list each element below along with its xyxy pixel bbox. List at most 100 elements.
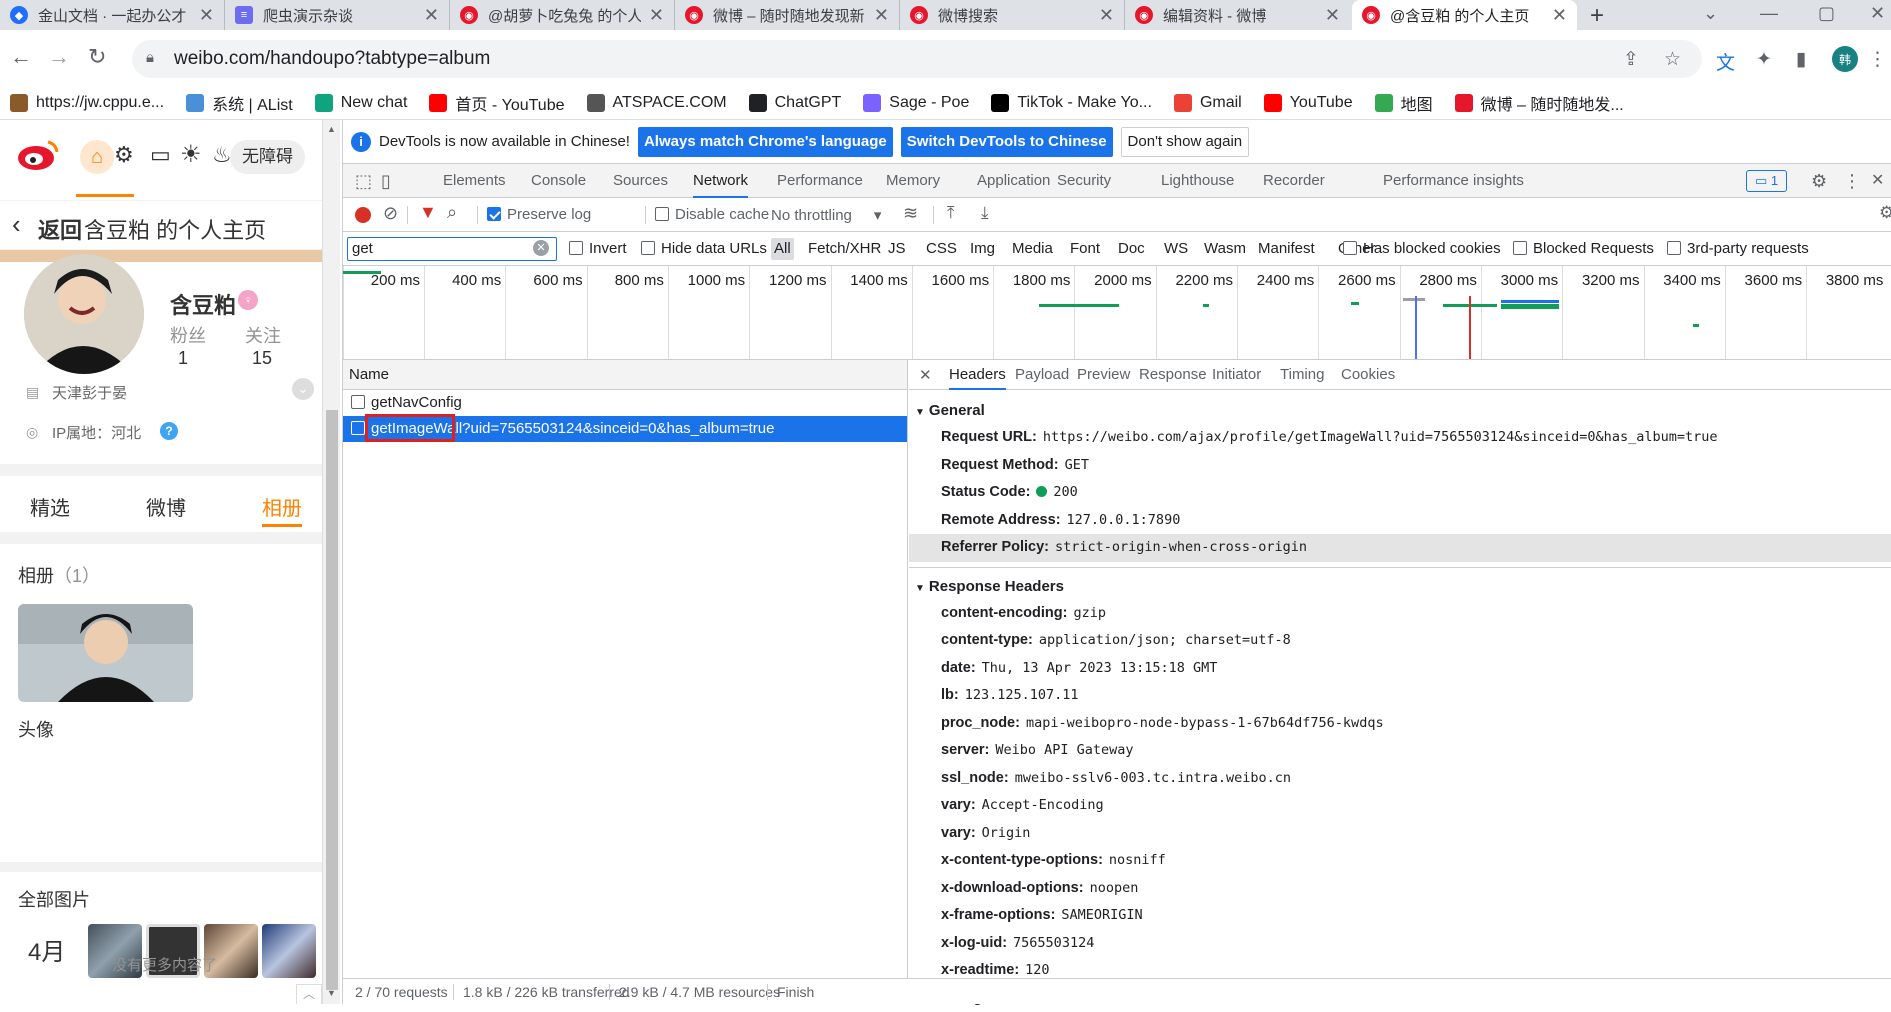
- bookmark-item[interactable]: https://jw.cppu.e...: [10, 94, 164, 112]
- close-tab-icon[interactable]: ✕: [1099, 5, 1114, 26]
- type-filter-doc[interactable]: Doc: [1115, 238, 1148, 260]
- bookmark-item[interactable]: ATSPACE.COM: [587, 94, 727, 112]
- settings-gear-icon[interactable]: ⚙: [114, 142, 134, 168]
- forward-arrow-icon[interactable]: →: [48, 44, 70, 70]
- scrollbar-thumb[interactable]: [326, 410, 338, 990]
- detail-tab-preview[interactable]: Preview: [1077, 360, 1130, 390]
- bookmark-item[interactable]: New chat: [315, 94, 408, 112]
- name-column-header[interactable]: Name: [343, 360, 907, 390]
- detail-tab-cookies[interactable]: Cookies: [1341, 360, 1395, 390]
- type-filter-ws[interactable]: WS: [1161, 238, 1191, 260]
- header-row[interactable]: Request Method:GET: [909, 452, 1891, 480]
- expand-chevron-icon[interactable]: ⌄: [292, 378, 314, 400]
- record-stop-icon[interactable]: [355, 207, 371, 223]
- type-filter-wasm[interactable]: Wasm: [1201, 238, 1249, 260]
- type-filter-media[interactable]: Media: [1009, 238, 1056, 260]
- detail-tab-response[interactable]: Response: [1139, 360, 1207, 390]
- header-row[interactable]: lb:123.125.107.11: [909, 682, 1891, 710]
- close-tab-icon[interactable]: ✕: [874, 5, 889, 26]
- header-row[interactable]: Remote Address:127.0.0.1:7890: [909, 507, 1891, 535]
- maximize-icon[interactable]: ▢: [1818, 3, 1835, 24]
- import-har-icon[interactable]: ⤒: [947, 203, 955, 223]
- type-filter-js[interactable]: JS: [885, 238, 909, 260]
- bookmark-item[interactable]: ChatGPT: [749, 94, 842, 112]
- invert-checkbox[interactable]: Invert: [569, 240, 627, 257]
- response-headers-section-header[interactable]: ▼Response Headers: [909, 574, 1891, 600]
- vip-badge-icon[interactable]: ♀: [238, 290, 258, 310]
- network-conditions-icon[interactable]: ≋: [903, 203, 918, 224]
- scroll-down-icon[interactable]: ▼: [327, 988, 336, 998]
- clear-filter-icon[interactable]: ✕: [533, 240, 549, 256]
- follow-count[interactable]: 15: [252, 348, 272, 369]
- checkbox-unchecked[interactable]: [1343, 241, 1357, 255]
- detail-tab-payload[interactable]: Payload: [1015, 360, 1069, 390]
- network-overview-timeline[interactable]: 200 ms400 ms600 ms800 ms1000 ms1200 ms14…: [343, 266, 1891, 360]
- preserve-log-checkbox[interactable]: Preserve log: [487, 206, 591, 223]
- tab-posts[interactable]: 微博: [146, 492, 186, 521]
- browser-tab[interactable]: ≡ 爬虫演示杂谈 ✕: [225, 0, 450, 30]
- header-row[interactable]: proc_node:mapi-weibopro-node-bypass-1-67…: [909, 710, 1891, 738]
- filter-funnel-icon[interactable]: ▼: [419, 202, 437, 223]
- weibo-logo-icon[interactable]: [16, 138, 62, 170]
- fans-count[interactable]: 1: [178, 348, 188, 369]
- help-icon[interactable]: ?: [160, 422, 178, 440]
- devtools-tab-console[interactable]: Console: [531, 164, 586, 198]
- bookmark-star-icon[interactable]: ☆: [1664, 48, 1681, 71]
- tab-search-icon[interactable]: ⌄: [1703, 3, 1718, 24]
- checkbox-unchecked[interactable]: [1667, 241, 1681, 255]
- browser-tab[interactable]: ◉ 微博 – 随时随地发现新 ✕: [675, 0, 900, 30]
- page-scrollbar[interactable]: ▲ ▼: [322, 120, 340, 1004]
- checkbox-unchecked[interactable]: [641, 241, 655, 255]
- bookmark-item[interactable]: 地图: [1375, 91, 1433, 115]
- tab-featured[interactable]: 精选: [30, 492, 70, 521]
- home-icon[interactable]: ⌂: [80, 140, 114, 174]
- header-row[interactable]: Status Code:200: [909, 479, 1891, 507]
- type-filter-font[interactable]: Font: [1067, 238, 1103, 260]
- collapse-triangle-icon[interactable]: ▼: [915, 583, 925, 594]
- detail-tab-headers[interactable]: Headers: [949, 360, 1006, 390]
- devtools-tab-application[interactable]: Application: [977, 164, 1050, 198]
- devtools-tab-memory[interactable]: Memory: [886, 164, 940, 198]
- minimize-icon[interactable]: —: [1760, 3, 1778, 24]
- close-tab-icon[interactable]: ✕: [1552, 5, 1567, 26]
- close-detail-icon[interactable]: ✕: [919, 366, 932, 384]
- has-blocked-cookies-checkbox[interactable]: Has blocked cookies: [1343, 240, 1501, 257]
- close-window-icon[interactable]: ✕: [1870, 3, 1885, 24]
- back-chevron-icon[interactable]: ‹: [12, 209, 21, 240]
- sun-theme-icon[interactable]: ☀: [180, 140, 202, 169]
- checkbox-unchecked[interactable]: [1513, 241, 1527, 255]
- video-icon[interactable]: ▭: [150, 142, 171, 168]
- translate-icon[interactable]: 文: [1716, 48, 1735, 75]
- hide-data-urls-checkbox[interactable]: Hide data URLs: [641, 240, 767, 257]
- search-icon[interactable]: ⌕: [447, 202, 457, 223]
- inspect-element-icon[interactable]: ⬚: [355, 164, 372, 198]
- extensions-puzzle-icon[interactable]: ✦: [1756, 48, 1772, 71]
- type-filter-img[interactable]: Img: [967, 238, 998, 260]
- match-language-button[interactable]: Always match Chrome's language: [638, 127, 893, 157]
- browser-tab[interactable]: ◉ 编辑资料 - 微博 ✕: [1125, 0, 1350, 30]
- type-filter-manifest[interactable]: Manifest: [1255, 238, 1318, 260]
- devtools-settings-gear-icon[interactable]: ⚙: [1811, 164, 1827, 198]
- close-tab-icon[interactable]: ✕: [649, 5, 664, 26]
- third-party-checkbox[interactable]: 3rd-party requests: [1667, 240, 1809, 257]
- type-filter-all[interactable]: All: [771, 238, 794, 260]
- type-filter-css[interactable]: CSS: [923, 238, 960, 260]
- bookmark-item[interactable]: Gmail: [1174, 94, 1242, 112]
- checkbox-unchecked[interactable]: [655, 207, 669, 221]
- request-row-selected[interactable]: getImageWall?uid=7565503124&sinceid=0&ha…: [343, 416, 907, 442]
- devtools-tab-sources[interactable]: Sources: [613, 164, 668, 198]
- album-cover[interactable]: [18, 604, 193, 702]
- devtools-tab-network[interactable]: Network: [693, 164, 748, 198]
- new-tab-icon[interactable]: +: [1590, 2, 1604, 30]
- header-row[interactable]: server:Weibo API Gateway: [909, 737, 1891, 765]
- bookmark-item[interactable]: 系统 | AList: [186, 91, 293, 115]
- header-row[interactable]: date:Thu, 13 Apr 2023 13:15:18 GMT: [909, 655, 1891, 683]
- checkbox-unchecked[interactable]: [569, 241, 583, 255]
- close-tab-icon[interactable]: ✕: [1325, 5, 1340, 26]
- header-row[interactable]: vary:Accept-Encoding: [909, 792, 1891, 820]
- chrome-menu-icon[interactable]: ⋮: [1868, 48, 1887, 71]
- device-toolbar-icon[interactable]: ▯: [381, 164, 391, 198]
- blocked-requests-checkbox[interactable]: Blocked Requests: [1513, 240, 1654, 257]
- header-row[interactable]: x-download-options:noopen: [909, 875, 1891, 903]
- general-section-header[interactable]: ▼General: [909, 398, 1891, 424]
